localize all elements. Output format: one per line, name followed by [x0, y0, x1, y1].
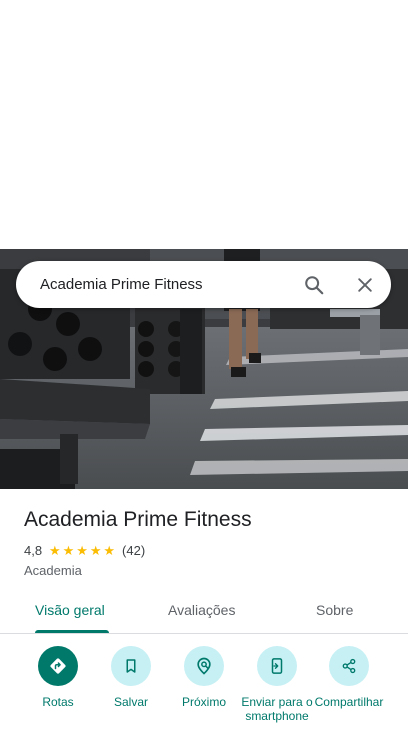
- rating-stars: ★ ★ ★ ★ ★: [48, 544, 116, 557]
- reviews-count: (42): [122, 542, 146, 558]
- share-button-circle: [329, 646, 369, 686]
- place-sheet: Academia Prime Fitness Academia Prime Fi…: [0, 0, 408, 738]
- place-category: Academia: [24, 563, 82, 578]
- directions-label: Rotas: [42, 695, 74, 709]
- share-button[interactable]: Compartilhar: [309, 646, 389, 709]
- save-button-circle: [111, 646, 151, 686]
- tab-overview[interactable]: Visão geral: [35, 602, 105, 618]
- search-bar[interactable]: Academia Prime Fitness: [16, 261, 391, 308]
- star-icon: ★: [49, 542, 61, 558]
- place-title: Academia Prime Fitness: [24, 508, 252, 531]
- active-tab-indicator: [35, 630, 109, 633]
- share-icon: [342, 658, 356, 674]
- directions-button-circle: [38, 646, 78, 686]
- nearby-icon: [197, 657, 211, 675]
- nearby-button-circle: [184, 646, 224, 686]
- search-input[interactable]: Academia Prime Fitness: [40, 276, 391, 293]
- tab-reviews[interactable]: Avaliações: [168, 602, 235, 618]
- tab-about[interactable]: Sobre: [316, 602, 353, 618]
- send-to-phone-label: Enviar para o smartphone: [241, 695, 313, 723]
- tab-bar: Visão geral Avaliações Sobre: [0, 588, 408, 634]
- star-icon: ★: [89, 542, 102, 558]
- rating-value: 4,8: [24, 542, 43, 558]
- search-icon: [305, 276, 324, 295]
- rating-row[interactable]: 4,8 ★ ★ ★ ★ ★ (42): [24, 542, 145, 558]
- bookmark-icon: [126, 659, 136, 673]
- share-label: Compartilhar: [314, 695, 384, 709]
- star-icon: ★: [62, 542, 75, 558]
- action-buttons: Rotas Salvar Próximo Enviar para o smart…: [0, 646, 408, 738]
- nearby-label: Próximo: [181, 695, 226, 709]
- nearby-button[interactable]: Próximo: [164, 646, 244, 709]
- close-button[interactable]: [352, 272, 378, 298]
- star-icon: ★: [76, 542, 88, 558]
- directions-button[interactable]: Rotas: [18, 646, 98, 709]
- save-button[interactable]: Salvar: [91, 646, 171, 709]
- directions-icon: [50, 658, 66, 674]
- send-to-phone-button-circle: [257, 646, 297, 686]
- search-button[interactable]: [301, 272, 327, 298]
- save-label: Salvar: [113, 695, 148, 709]
- send-to-phone-button[interactable]: Enviar para o smartphone: [237, 646, 317, 723]
- close-icon: [358, 278, 372, 292]
- send-to-phone-icon: [271, 658, 283, 674]
- star-icon: ★: [103, 542, 116, 558]
